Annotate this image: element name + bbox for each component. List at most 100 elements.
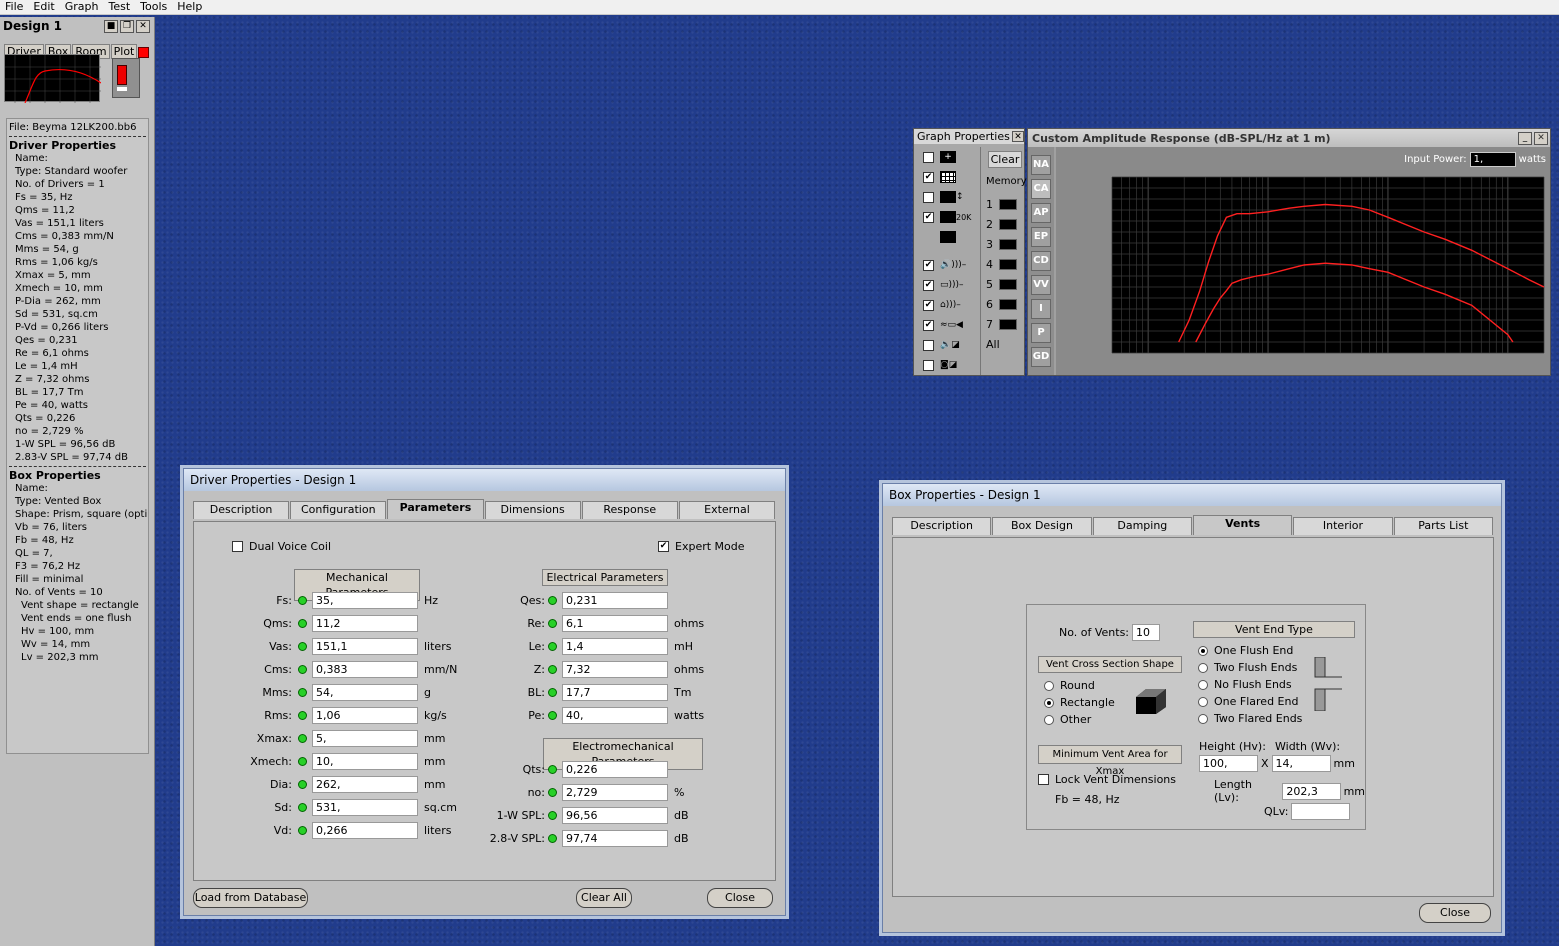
graph-type-ap-button[interactable]: AP bbox=[1031, 203, 1051, 223]
tab-dimensions[interactable]: Dimensions bbox=[484, 501, 581, 519]
plot-thumbnail[interactable] bbox=[4, 54, 102, 104]
no-field[interactable]: 2,729 bbox=[562, 784, 668, 801]
qes-field[interactable]: 0,231 bbox=[562, 592, 668, 609]
memory-swatch[interactable] bbox=[999, 298, 1017, 310]
graph-option-export[interactable] bbox=[917, 227, 980, 247]
pe-field[interactable]: 40, bbox=[562, 707, 668, 724]
memory-swatch[interactable] bbox=[999, 258, 1017, 270]
cms-field[interactable]: 0,383 bbox=[312, 661, 418, 678]
menu-graph[interactable]: Graph bbox=[60, 0, 104, 14]
radio-button[interactable] bbox=[1198, 713, 1208, 724]
input-power-field[interactable]: 1, bbox=[1469, 152, 1516, 167]
graph-type-cd-button[interactable]: CD bbox=[1031, 251, 1051, 271]
memory-slot-1[interactable]: 1 bbox=[980, 194, 1024, 214]
graph-type-p-button[interactable]: P bbox=[1031, 323, 1051, 343]
copy-icon[interactable]: ❐ bbox=[120, 19, 134, 33]
memory-swatch[interactable] bbox=[999, 278, 1017, 290]
graph-option-phase[interactable]: ◙◪ bbox=[917, 355, 980, 375]
graph-option-filter[interactable]: ✔ ≈▭◀ bbox=[917, 315, 980, 335]
qts-field[interactable]: 0,226 bbox=[562, 761, 668, 778]
checkbox[interactable]: ✔ bbox=[923, 211, 934, 223]
close-button[interactable]: Close bbox=[1419, 903, 1491, 923]
load-from-database-button[interactable]: Load from Database bbox=[193, 888, 308, 908]
clear-memory-button[interactable]: Clear bbox=[988, 151, 1022, 168]
graph-option-impedance[interactable]: 🔈◪ bbox=[917, 335, 980, 355]
tab-configuration[interactable]: Configuration bbox=[290, 501, 387, 519]
menu-tools[interactable]: Tools bbox=[135, 0, 172, 14]
tab-external[interactable]: External bbox=[678, 501, 776, 519]
checkbox[interactable] bbox=[923, 151, 934, 163]
graph-type-gd-button[interactable]: GD bbox=[1031, 347, 1051, 367]
tab-interior[interactable]: Interior bbox=[1293, 517, 1393, 535]
vas-field[interactable]: 151,1 bbox=[312, 638, 418, 655]
checkbox[interactable]: ✔ bbox=[923, 299, 934, 311]
graph-option-box[interactable]: ✔ ▭)))– bbox=[917, 275, 980, 295]
rms-field[interactable]: 1,06 bbox=[312, 707, 418, 724]
lock-vent-dimensions-checkbox[interactable] bbox=[1038, 774, 1049, 785]
graph-type-na-button[interactable]: NA bbox=[1031, 155, 1051, 175]
xmax-field[interactable]: 5, bbox=[312, 730, 418, 747]
radio-option-other[interactable]: Other bbox=[1044, 711, 1115, 728]
tab-response[interactable]: Response bbox=[581, 501, 678, 519]
tab-plot[interactable]: Plot bbox=[110, 44, 138, 59]
radio-option-two-flared-ends[interactable]: Two Flared Ends bbox=[1198, 710, 1302, 727]
memory-slot-5[interactable]: 5 bbox=[980, 274, 1024, 294]
qlv-field[interactable] bbox=[1291, 803, 1351, 820]
radio-button[interactable] bbox=[1044, 697, 1054, 708]
checkbox[interactable] bbox=[923, 359, 934, 371]
memory-slot-7[interactable]: 7 bbox=[980, 314, 1024, 334]
checkbox[interactable]: ✔ bbox=[923, 279, 934, 291]
graph-option-driver[interactable]: ✔ 🔊)))– bbox=[917, 255, 980, 275]
radio-button[interactable] bbox=[1198, 645, 1208, 656]
dual-voice-coil-checkbox[interactable] bbox=[232, 541, 243, 552]
tab-vents[interactable]: Vents bbox=[1192, 515, 1293, 535]
radio-option-no-flush-ends[interactable]: No Flush Ends bbox=[1198, 676, 1302, 693]
menu-file[interactable]: File bbox=[0, 0, 28, 14]
le-field[interactable]: 1,4 bbox=[562, 638, 668, 655]
box-thumbnail-icon[interactable] bbox=[112, 58, 140, 98]
tab-box-design[interactable]: Box Design bbox=[992, 517, 1092, 535]
vent-height-field[interactable]: 100, bbox=[1199, 755, 1258, 772]
checkbox[interactable] bbox=[923, 191, 934, 203]
radio-option-two-flush-ends[interactable]: Two Flush Ends bbox=[1198, 659, 1302, 676]
clear-all-button[interactable]: Clear All bbox=[576, 888, 632, 908]
memory-swatch[interactable] bbox=[999, 218, 1017, 230]
radio-option-one-flush-end[interactable]: One Flush End bbox=[1198, 642, 1302, 659]
dia-field[interactable]: 262, bbox=[312, 776, 418, 793]
close-icon[interactable]: ✕ bbox=[1534, 131, 1548, 145]
close-icon[interactable]: ✕ bbox=[136, 19, 150, 33]
menu-edit[interactable]: Edit bbox=[28, 0, 59, 14]
graph-option-grid[interactable]: ✔ bbox=[917, 167, 980, 187]
memory-slot-6[interactable]: 6 bbox=[980, 294, 1024, 314]
memory-swatch[interactable] bbox=[999, 238, 1017, 250]
radio-button[interactable] bbox=[1044, 680, 1054, 691]
graph-type-ep-button[interactable]: EP bbox=[1031, 227, 1051, 247]
sd-field[interactable]: 531, bbox=[312, 799, 418, 816]
graph-option-20k[interactable]: ✔ 20K bbox=[917, 207, 980, 227]
close-icon[interactable]: ✕ bbox=[1012, 131, 1024, 142]
memory-slot-All[interactable]: All bbox=[980, 334, 1024, 354]
radio-button[interactable] bbox=[1198, 662, 1208, 673]
memory-swatch[interactable] bbox=[999, 198, 1017, 210]
bl-field[interactable]: 17,7 bbox=[562, 684, 668, 701]
tab-description[interactable]: Description bbox=[892, 517, 992, 535]
amplitude-chart[interactable] bbox=[1056, 173, 1550, 375]
vent-length-field[interactable]: 202,3 bbox=[1282, 782, 1341, 800]
checkbox[interactable]: ✔ bbox=[923, 171, 934, 183]
radio-option-round[interactable]: Round bbox=[1044, 677, 1115, 694]
28vspl-field[interactable]: 97,74 bbox=[562, 830, 668, 847]
graph-option-autoscale[interactable]: ↕ bbox=[917, 187, 980, 207]
vent-width-field[interactable]: 14, bbox=[1271, 755, 1331, 772]
radio-button[interactable] bbox=[1044, 714, 1054, 725]
radio-button[interactable] bbox=[1198, 679, 1208, 690]
menu-test[interactable]: Test bbox=[103, 0, 135, 14]
minimum-vent-area-button[interactable]: Minimum Vent Area for Xmax bbox=[1038, 745, 1182, 777]
no-of-vents-field[interactable]: 10 bbox=[1132, 624, 1161, 641]
vd-field[interactable]: 0,266 bbox=[312, 822, 418, 839]
graph-type-i-button[interactable]: I bbox=[1031, 299, 1051, 319]
z-field[interactable]: 7,32 bbox=[562, 661, 668, 678]
radio-option-one-flared-end[interactable]: One Flared End bbox=[1198, 693, 1302, 710]
graph-option-crosshair[interactable]: + bbox=[917, 147, 980, 167]
plot-color-swatch[interactable] bbox=[138, 46, 150, 58]
1wspl-field[interactable]: 96,56 bbox=[562, 807, 668, 824]
